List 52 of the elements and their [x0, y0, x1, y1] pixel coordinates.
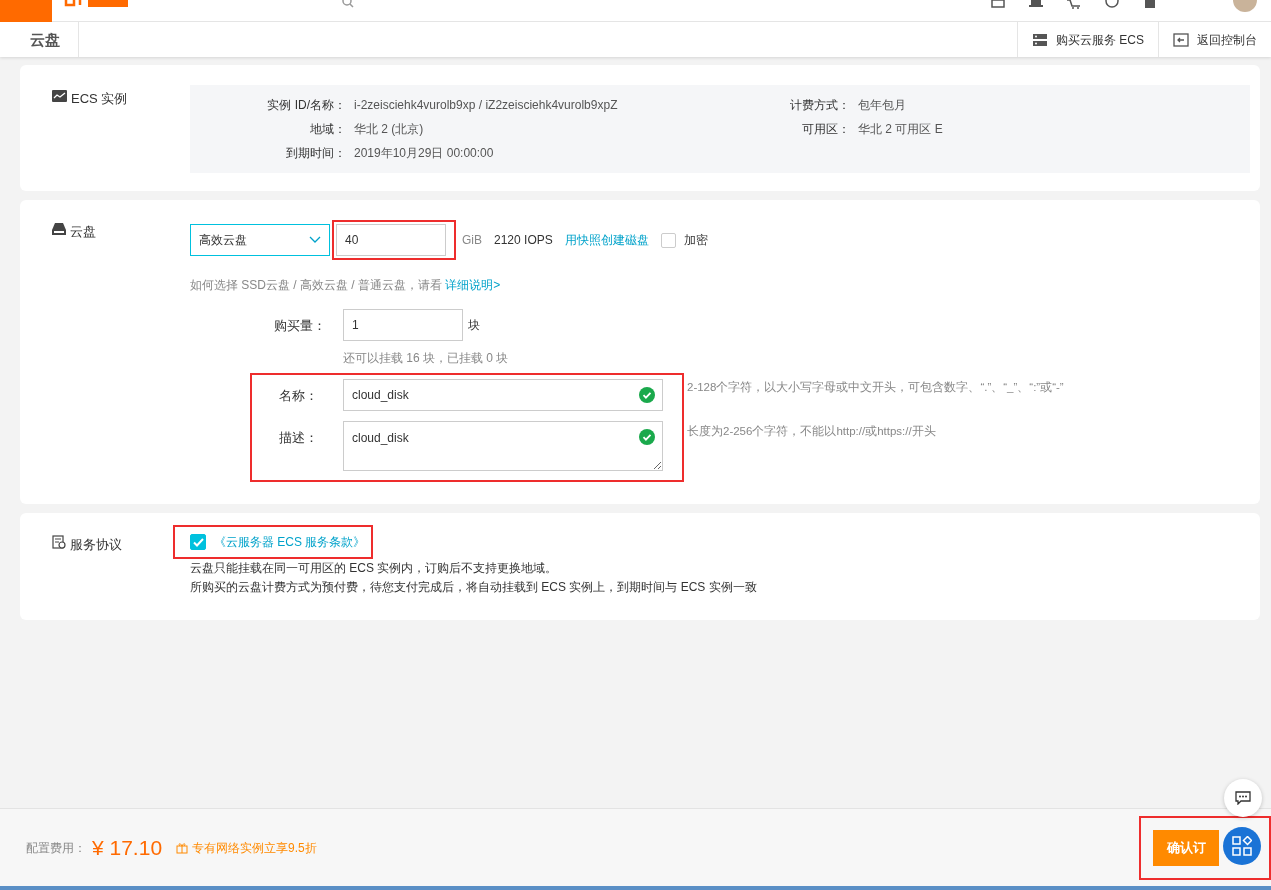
agreement-checkbox[interactable] — [190, 534, 206, 550]
cart-icon[interactable] — [1067, 0, 1081, 9]
field-label: 可用区： — [801, 121, 850, 138]
form-label: 名称： — [278, 387, 318, 405]
promo-text: 专有网络实例立享9.5折 — [192, 839, 317, 857]
gift-icon — [176, 841, 189, 854]
name-field[interactable]: cloud_disk — [343, 379, 663, 411]
form-label: 描述： — [278, 429, 318, 447]
chat-button[interactable] — [1224, 779, 1262, 817]
unit-label: 块 — [468, 317, 480, 334]
quantity-field[interactable]: 1 — [343, 309, 463, 341]
apps-button[interactable] — [1223, 827, 1261, 865]
encrypt-checkbox[interactable] — [660, 232, 676, 248]
page-title: 云盘 — [0, 22, 79, 57]
back-icon — [1173, 32, 1189, 47]
certificate-icon — [52, 535, 66, 549]
note-text: 云盘只能挂载在同一可用区的 ECS 实例内，订购后不支持更换地域。 — [190, 560, 559, 577]
field-label: 到期时间： — [285, 145, 346, 162]
grid-icon — [1232, 836, 1252, 856]
form-label: 购买量： — [273, 317, 326, 335]
chat-icon — [1235, 791, 1251, 805]
nav-link[interactable]: 返回控制台 — [1158, 22, 1271, 57]
field-value: i-2zeisciehk4vurolb9xp / iZ2zeisciehk4vurolb9xpZ — [354, 97, 618, 114]
tip-text: 长度为2-256个字符，不能以http://或https://开头 — [687, 424, 936, 439]
checkbox-label: 加密 — [683, 232, 708, 249]
field-value: 2019年10月29日 00:00:00 — [354, 145, 494, 162]
price-value: ¥ 17.10 — [92, 834, 163, 861]
tip-text: 2-128个字符，以大小写字母或中文开头，可包含数字、“.”、“_”、“:”或“-” — [687, 380, 1064, 395]
section-title: 服务协议 — [70, 536, 122, 554]
field-label: 地域： — [309, 121, 346, 138]
hint-text: 还可以挂载 16 块，已挂载 0 块 — [343, 350, 510, 367]
server-icon — [1032, 32, 1048, 47]
chevron-icon — [309, 236, 321, 244]
description-field[interactable]: cloud_disk — [343, 421, 663, 471]
field-label: 计费方式： — [790, 97, 850, 114]
note-text: 所购买的云盘计费方式为预付费，待您支付完成后，将自动挂载到 ECS 实例上，到期时间与 ECS 实例一致 — [190, 579, 757, 596]
instance-icon — [52, 89, 67, 103]
disk-type-dropdown[interactable]: 高效云盘 — [190, 224, 330, 256]
console-icon[interactable] — [991, 0, 1005, 8]
section-title: 云盘 — [70, 223, 96, 241]
hint-text: 如何选择 SSD云盘 / 高效云盘 / 普通云盘，请看 详细说明> — [190, 277, 502, 294]
field-label: 实例 ID/名称： — [266, 97, 346, 114]
nav-link[interactable]: 购买云服务 ECS — [1017, 22, 1158, 57]
field-value: 华北 2 (北京) — [354, 121, 424, 138]
size-field[interactable]: 40 — [336, 224, 446, 256]
price-label: 配置费用： — [26, 839, 86, 857]
search-icon — [342, 0, 354, 10]
section-title: ECS 实例 — [71, 90, 128, 108]
field-value: 包年包月 — [858, 97, 906, 114]
field-value: 华北 2 可用区 E — [858, 121, 943, 138]
iops-label: 2120 IOPS — [494, 232, 553, 249]
unit-label: GiB — [462, 232, 482, 249]
